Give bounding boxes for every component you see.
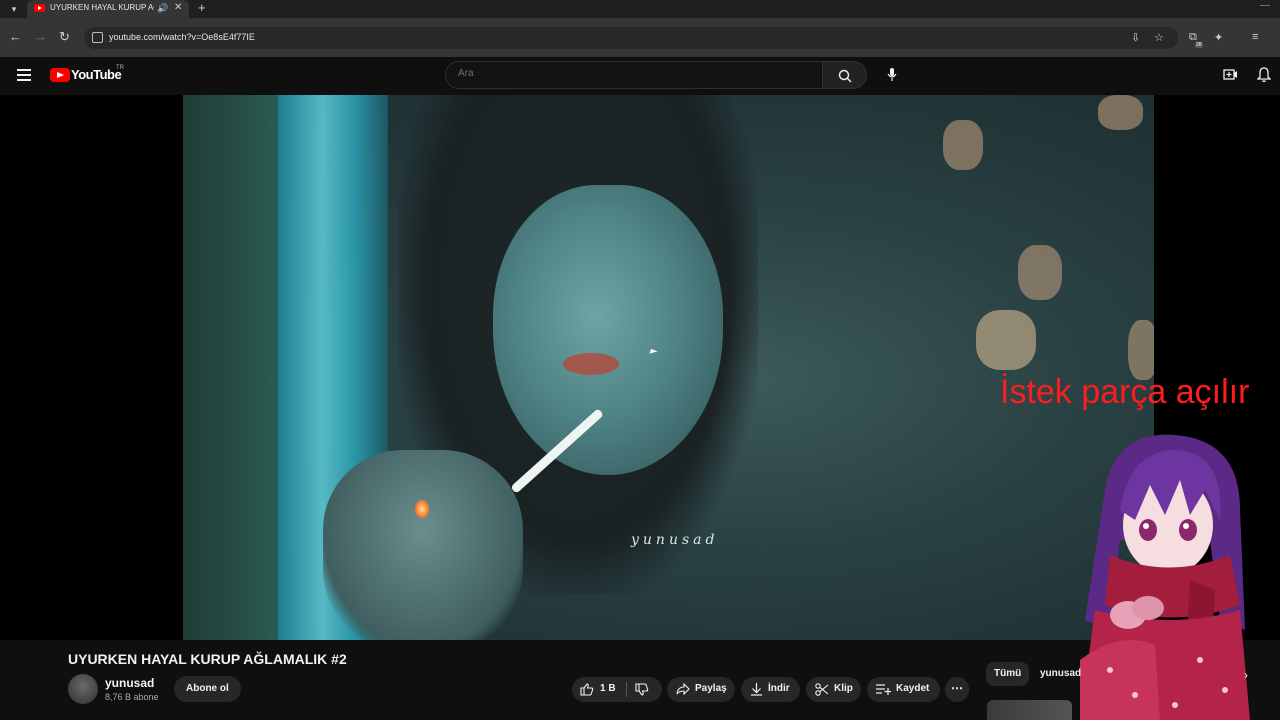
notifications-bell-icon[interactable] [1257, 67, 1271, 83]
overlay-request-text: İstek parça açılır [1000, 373, 1250, 411]
more-actions-button[interactable]: ⋯ [945, 677, 969, 702]
more-dots-icon: ⋯ [951, 681, 963, 695]
extension-badge: 28 [1195, 42, 1203, 48]
share-label: Paylaş [695, 683, 727, 694]
thumbs-up-icon[interactable] [580, 683, 594, 696]
chevron-right-icon[interactable]: › [1244, 668, 1248, 682]
video-scene-bokeh [1098, 95, 1143, 130]
bookmark-star-icon[interactable]: ☆ [1154, 31, 1164, 44]
video-watermark: yunusad [631, 532, 719, 548]
reload-icon[interactable]: ↻ [59, 30, 70, 44]
clip-button[interactable]: Klip [806, 677, 861, 702]
forward-arrow-icon[interactable]: → [34, 30, 47, 44]
youtube-logo-icon[interactable] [50, 68, 70, 82]
browser-tab-strip: ▾ UYURKEN HAYAL KURUP AĞLAMALIK #2 🔊 ✕ +… [0, 0, 1280, 18]
video-scene-bokeh [1018, 245, 1062, 300]
tab-search-chevron-icon[interactable]: ▾ [6, 2, 22, 16]
browser-toolbar: ← → ↻ youtube.com/watch?v=Oe8sE4f77IE ⇩ … [0, 18, 1280, 57]
channel-name[interactable]: yunusad [105, 676, 154, 690]
download-button[interactable]: İndir [741, 677, 800, 702]
save-playlist-icon [876, 684, 891, 695]
share-button[interactable]: Paylaş [667, 677, 735, 702]
reading-list-icon[interactable]: ≡ [1252, 31, 1258, 43]
chip-channel[interactable]: yunusad [1032, 662, 1089, 686]
download-label: İndir [768, 683, 790, 694]
window-minimize-button[interactable]: — [1260, 0, 1270, 11]
video-title: UYURKEN HAYAL KURUP AĞLAMALIK #2 [68, 651, 347, 667]
youtube-masthead: YouTube TR [0, 57, 1280, 95]
save-label: Kaydet [896, 683, 930, 694]
install-app-icon[interactable]: ⇩ [1131, 31, 1140, 44]
new-tab-button[interactable]: + [198, 0, 206, 15]
anime-character-overlay [1080, 434, 1250, 720]
video-scene-lips [563, 353, 619, 375]
subscribe-button[interactable]: Abone ol [174, 676, 241, 702]
video-scene-bokeh [943, 120, 983, 170]
recommended-video-thumbnail[interactable] [987, 700, 1072, 720]
site-info-icon[interactable] [92, 32, 103, 43]
search-box[interactable] [445, 61, 823, 89]
menu-hamburger-icon[interactable] [17, 69, 31, 81]
channel-avatar[interactable] [68, 674, 98, 704]
video-scene-bokeh [1128, 320, 1154, 380]
chip-all[interactable]: Tümü [986, 662, 1030, 686]
video-player[interactable]: yunusad [183, 95, 1154, 640]
like-dislike-group: 1 B [572, 677, 662, 702]
address-bar[interactable]: youtube.com/watch?v=Oe8sE4f77IE ⇩ ☆ [84, 27, 1178, 49]
youtube-favicon-icon [34, 4, 45, 12]
search-icon [838, 69, 852, 83]
like-count[interactable]: 1 B [600, 683, 616, 694]
video-scene-flame [415, 500, 429, 518]
search-button[interactable] [822, 61, 867, 89]
create-video-icon[interactable] [1223, 67, 1238, 82]
back-arrow-icon[interactable]: ← [9, 30, 22, 44]
voice-search-button[interactable] [878, 62, 905, 89]
video-scene-left [183, 95, 278, 640]
download-icon [751, 683, 762, 696]
extensions-puzzle-icon[interactable]: ✦ [1214, 31, 1223, 44]
search-input[interactable] [458, 68, 798, 79]
save-button[interactable]: Kaydet [867, 677, 940, 702]
video-scene-bokeh [976, 310, 1036, 370]
tab-close-icon[interactable]: ✕ [174, 2, 182, 13]
like-divider [626, 682, 627, 697]
youtube-logo-text[interactable]: YouTube [71, 67, 122, 82]
address-url[interactable]: youtube.com/watch?v=Oe8sE4f77IE [109, 32, 255, 42]
browser-tab-title: UYURKEN HAYAL KURUP AĞLAMALIK #2 [50, 3, 154, 12]
clip-label: Klip [834, 683, 853, 694]
browser-tab-active[interactable]: UYURKEN HAYAL KURUP AĞLAMALIK #2 🔊 ✕ [27, 0, 189, 18]
thumbs-down-icon[interactable] [635, 683, 649, 696]
share-arrow-icon [676, 683, 690, 695]
subscriber-count: 8,76 B abone [105, 692, 159, 702]
scissors-icon [815, 683, 829, 696]
video-scene-hand [323, 450, 523, 640]
video-scene-face [493, 185, 723, 475]
microphone-icon [887, 68, 897, 81]
tab-audio-playing-icon[interactable]: 🔊 [157, 3, 168, 14]
country-code: TR [116, 65, 124, 71]
